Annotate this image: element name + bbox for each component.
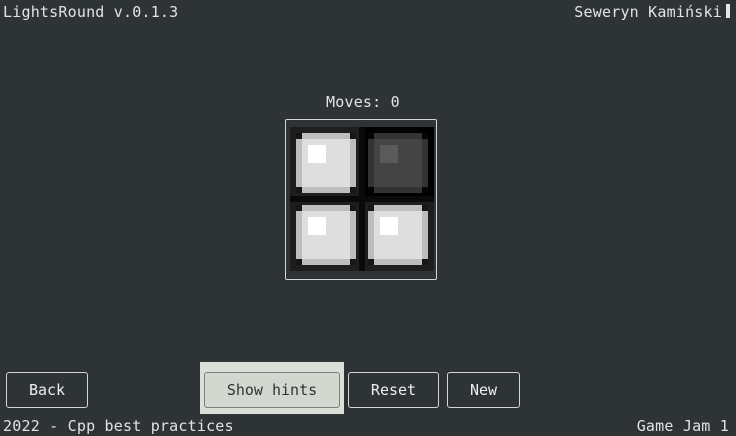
- new-game-button[interactable]: New: [447, 372, 520, 408]
- footer-credits: 2022 - Cpp best practices: [3, 417, 234, 435]
- light-cell-0-0-on[interactable]: [290, 127, 362, 199]
- light-cell-0-1-off[interactable]: [362, 127, 434, 199]
- back-button[interactable]: Back: [6, 372, 88, 408]
- board-grid: [290, 127, 434, 271]
- app-title: LightsRound v.0.1.3: [3, 3, 179, 21]
- reset-button[interactable]: Reset: [348, 372, 439, 408]
- scrollbar[interactable]: [726, 4, 730, 18]
- author-name: Seweryn Kamiński: [574, 3, 722, 21]
- light-cell-1-1-on[interactable]: [362, 199, 434, 271]
- footer-event: Game Jam 1: [636, 417, 729, 435]
- show-hints-button[interactable]: Show hints: [204, 372, 340, 408]
- light-cell-1-0-on[interactable]: [290, 199, 362, 271]
- game-board: [285, 119, 437, 280]
- moves-counter: Moves: 0: [326, 93, 400, 111]
